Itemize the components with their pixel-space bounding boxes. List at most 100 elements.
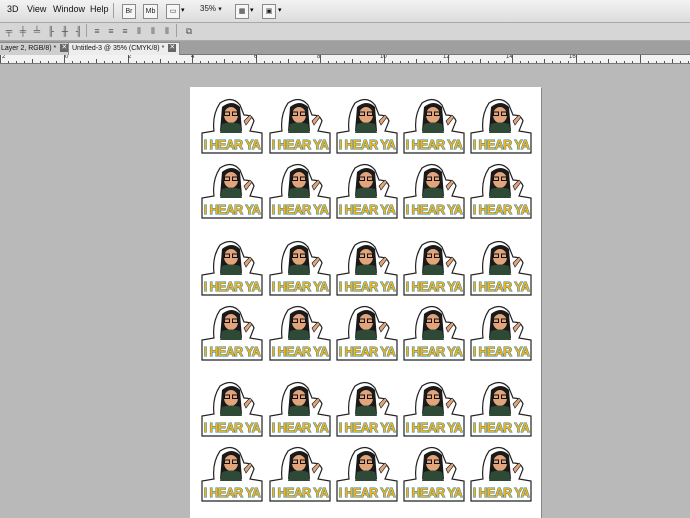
ruler-tick: [72, 61, 73, 63]
ruler-tick: [272, 61, 273, 63]
document-page[interactable]: I HEAR YA I HEAR YA I HEAR YA I HEAR YA I HE…: [190, 87, 541, 518]
view-extras-dropdown-icon[interactable]: ▾: [181, 6, 185, 14]
menu-3d[interactable]: 3D: [7, 4, 19, 14]
sticker[interactable]: I HEAR YA: [402, 445, 466, 507]
align-top-icon[interactable]: ╤: [4, 27, 14, 36]
distribute-hcenter-icon[interactable]: ⦀: [148, 27, 158, 36]
ruler-tick: [472, 61, 473, 63]
sticker[interactable]: I HEAR YA: [469, 162, 533, 224]
sticker[interactable]: I HEAR YA: [402, 97, 466, 159]
sticker-caption: I HEAR YA: [406, 203, 463, 217]
sticker-caption: I HEAR YA: [204, 345, 261, 359]
ruler-tick: [672, 59, 673, 63]
zoom-dropdown-icon[interactable]: ▾: [218, 6, 222, 13]
menu-view[interactable]: View: [27, 4, 46, 14]
sticker[interactable]: I HEAR YA: [335, 97, 399, 159]
mini-bridge-button[interactable]: Mb: [143, 4, 158, 19]
align-bottom-icon[interactable]: ╧: [32, 27, 42, 36]
screen-mode-button[interactable]: ▣: [262, 4, 276, 19]
sticker[interactable]: I HEAR YA: [469, 97, 533, 159]
sticker[interactable]: I HEAR YA: [335, 304, 399, 366]
bridge-button[interactable]: Br: [122, 4, 136, 19]
tab-untitled-3[interactable]: Untitled-3 @ 35% (CMYK/8) * ✕: [68, 42, 181, 55]
sticker[interactable]: I HEAR YA: [469, 445, 533, 507]
sticker-caption: I HEAR YA: [204, 421, 261, 435]
sticker-caption: I HEAR YA: [339, 345, 396, 359]
distribute-vcenter-icon[interactable]: ≡: [106, 27, 116, 36]
sticker[interactable]: I HEAR YA: [335, 162, 399, 224]
sticker[interactable]: I HEAR YA: [268, 445, 332, 507]
sticker[interactable]: I HEAR YA: [200, 304, 264, 366]
auto-align-icon[interactable]: ⧉: [184, 27, 194, 36]
align-hcenter-icon[interactable]: ╫: [60, 27, 70, 36]
ruler-tick: [504, 61, 505, 63]
menu-separator: [113, 3, 114, 18]
screen-mode-dropdown-icon[interactable]: ▾: [278, 6, 282, 14]
align-vcenter-icon[interactable]: ╪: [18, 27, 28, 36]
sticker[interactable]: I HEAR YA: [200, 162, 264, 224]
ruler-tick: [32, 59, 33, 63]
sticker[interactable]: I HEAR YA: [469, 380, 533, 442]
ruler-tick: [160, 59, 161, 63]
ruler-label: 4: [191, 55, 195, 60]
ruler-tick: [616, 61, 617, 63]
sticker[interactable]: I HEAR YA: [335, 445, 399, 507]
view-extras-button[interactable]: ▭: [166, 4, 180, 19]
sticker[interactable]: I HEAR YA: [402, 239, 466, 301]
sticker-caption: I HEAR YA: [272, 138, 329, 152]
sticker[interactable]: I HEAR YA: [268, 380, 332, 442]
sticker[interactable]: I HEAR YA: [402, 162, 466, 224]
zoom-level-field[interactable]: 35% ▾: [200, 4, 222, 13]
sticker[interactable]: I HEAR YA: [200, 239, 264, 301]
canvas-area[interactable]: I HEAR YA I HEAR YA I HEAR YA I HEAR YA I HE…: [0, 64, 690, 518]
menu-help[interactable]: Help: [90, 4, 109, 14]
horizontal-ruler[interactable]: 2 0 2 4 6 8 10 12 14 16: [0, 55, 690, 64]
sticker[interactable]: I HEAR YA: [268, 97, 332, 159]
sticker[interactable]: I HEAR YA: [268, 162, 332, 224]
ruler-tick: [200, 61, 201, 63]
ruler-tick: [144, 61, 145, 63]
ruler-tick: [408, 61, 409, 63]
ruler-tick: [304, 61, 305, 63]
ruler-label: 10: [380, 55, 387, 60]
ruler-tick: [136, 61, 137, 63]
arrange-documents-button[interactable]: ▦: [235, 4, 249, 19]
ruler-tick: [680, 61, 681, 63]
sticker[interactable]: I HEAR YA: [200, 445, 264, 507]
ruler-tick: [664, 61, 665, 63]
sticker[interactable]: I HEAR YA: [268, 239, 332, 301]
ruler-tick: [312, 61, 313, 63]
sticker[interactable]: I HEAR YA: [335, 239, 399, 301]
sticker[interactable]: I HEAR YA: [402, 304, 466, 366]
close-icon[interactable]: ✕: [168, 44, 177, 53]
ruler-tick: [120, 61, 121, 63]
ruler-tick: [520, 61, 521, 63]
sticker-caption: I HEAR YA: [406, 486, 463, 500]
tab-layer-2[interactable]: Layer 2, RGB/8) * ✕: [0, 42, 73, 55]
menu-window[interactable]: Window: [53, 4, 85, 14]
sticker[interactable]: I HEAR YA: [469, 239, 533, 301]
ruler-tick: [496, 61, 497, 63]
distribute-right-icon[interactable]: ⦀: [162, 27, 172, 36]
distribute-bottom-icon[interactable]: ≡: [120, 27, 130, 36]
sticker[interactable]: I HEAR YA: [200, 97, 264, 159]
align-left-icon[interactable]: ╟: [46, 27, 56, 36]
sticker[interactable]: I HEAR YA: [268, 304, 332, 366]
align-right-icon[interactable]: ╢: [74, 27, 84, 36]
arrange-dropdown-icon[interactable]: ▾: [250, 6, 254, 14]
sticker[interactable]: I HEAR YA: [335, 380, 399, 442]
ruler-tick: [8, 61, 9, 63]
ruler-tick: [656, 61, 657, 63]
sticker[interactable]: I HEAR YA: [402, 380, 466, 442]
ruler-tick: [544, 59, 545, 63]
ruler-tick: [360, 61, 361, 63]
ruler-tick: [648, 61, 649, 63]
ruler-tick: [376, 61, 377, 63]
distribute-left-icon[interactable]: ⦀: [134, 27, 144, 36]
sticker[interactable]: I HEAR YA: [469, 304, 533, 366]
sticker-caption: I HEAR YA: [473, 138, 530, 152]
sticker-caption: I HEAR YA: [406, 421, 463, 435]
distribute-top-icon[interactable]: ≡: [92, 27, 102, 36]
ruler-tick: [688, 61, 689, 63]
sticker[interactable]: I HEAR YA: [200, 380, 264, 442]
